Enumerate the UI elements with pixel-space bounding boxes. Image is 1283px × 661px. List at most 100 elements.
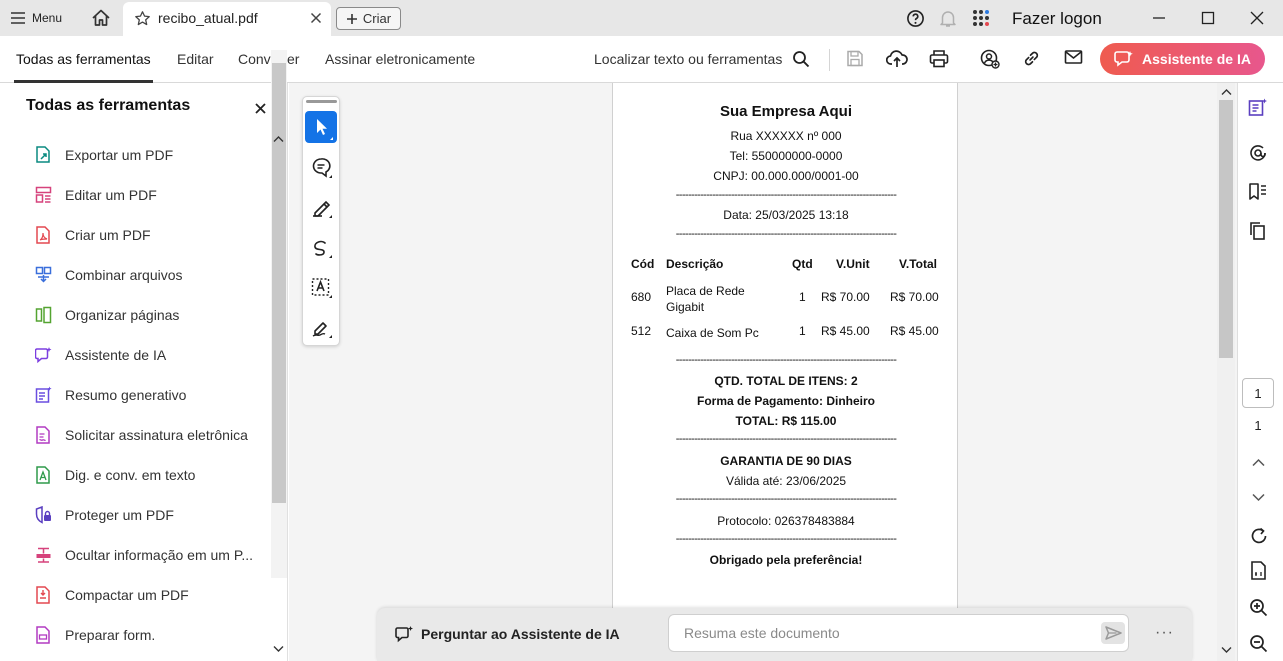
- tool-prepare-form[interactable]: Preparar form.: [35, 623, 155, 647]
- tool-compress-pdf[interactable]: Compactar um PDF: [35, 583, 189, 607]
- rotate-icon[interactable]: [1250, 527, 1268, 545]
- divider-line: ----------------------------------------…: [675, 354, 897, 366]
- tool-generative-summary[interactable]: Resumo generativo: [35, 383, 186, 407]
- tool-ai-assistant[interactable]: Assistente de IA: [35, 343, 166, 367]
- minimize-icon[interactable]: [1151, 10, 1167, 26]
- draw-tool-icon[interactable]: [311, 237, 333, 259]
- redact-icon: [36, 547, 51, 563]
- zoom-out-icon[interactable]: [1249, 634, 1268, 653]
- link-icon[interactable]: [1022, 49, 1041, 68]
- ai-question-input[interactable]: Resuma este documento: [668, 614, 1129, 652]
- create-pdf-icon: [36, 226, 50, 244]
- maximize-icon[interactable]: [1200, 10, 1216, 26]
- send-button[interactable]: [1101, 622, 1125, 644]
- row-qty: 1: [799, 290, 806, 304]
- company-cnpj: CNPJ: 00.000.000/0001-00: [713, 169, 859, 183]
- panel-title: Todas as ferramentas: [26, 97, 191, 114]
- tab-e-sign[interactable]: Assinar eletronicamente: [325, 51, 475, 67]
- bell-icon[interactable]: [939, 9, 957, 28]
- current-page-input[interactable]: 1: [1242, 378, 1274, 408]
- share-user-icon[interactable]: [980, 49, 1000, 69]
- row-code: 512: [631, 324, 652, 338]
- tool-label: Solicitar assinatura eletrônica: [65, 427, 248, 443]
- column-header-total: V.Total: [899, 257, 938, 271]
- company-name: Sua Empresa Aqui: [720, 103, 852, 120]
- comments-panel-icon[interactable]: [1248, 143, 1268, 163]
- home-button[interactable]: [90, 8, 112, 28]
- row-description-cont: Gigabit: [666, 300, 705, 314]
- comment-tool-icon[interactable]: [311, 157, 333, 179]
- chevron-down-icon[interactable]: [273, 645, 284, 653]
- help-icon[interactable]: [906, 9, 925, 28]
- tool-label: Organizar páginas: [65, 307, 180, 323]
- tab-edit[interactable]: Editar: [177, 51, 214, 67]
- tab-close-icon[interactable]: [309, 11, 323, 25]
- tab-convert[interactable]: Converter: [238, 51, 299, 67]
- tool-protect-pdf[interactable]: Proteger um PDF: [35, 503, 174, 527]
- scan-ocr-icon: [36, 466, 50, 484]
- total-pages: 1: [1254, 418, 1262, 433]
- tool-label: Editar um PDF: [65, 187, 157, 203]
- find-tools-label[interactable]: Localizar texto ou ferramentas: [594, 51, 782, 67]
- sign-tool-icon[interactable]: [311, 317, 333, 339]
- tool-create-pdf[interactable]: Criar um PDF: [35, 223, 151, 247]
- row-unit-price: R$ 45.00: [821, 324, 870, 338]
- menu-label: Menu: [32, 11, 63, 25]
- panel-scrollbar-thumb[interactable]: [272, 63, 286, 503]
- tool-label: Criar um PDF: [65, 227, 151, 243]
- create-button[interactable]: Criar: [336, 7, 401, 30]
- zoom-in-icon[interactable]: [1249, 598, 1268, 617]
- drag-handle[interactable]: [306, 100, 337, 103]
- window-close-icon[interactable]: [1249, 10, 1265, 26]
- page-fit-icon[interactable]: [1250, 561, 1268, 581]
- tab-title: recibo_atual.pdf: [158, 10, 258, 26]
- ai-assistant-icon: [35, 347, 52, 364]
- text-tool-icon[interactable]: [311, 277, 333, 299]
- tool-request-signature[interactable]: Solicitar assinatura eletrônica: [35, 423, 248, 447]
- home-icon: [92, 9, 110, 26]
- hamburger-icon: [11, 12, 25, 24]
- tool-combine-files[interactable]: Combinar arquivos: [35, 263, 183, 287]
- highlighter-tool-icon[interactable]: [311, 197, 333, 219]
- login-link[interactable]: Fazer logon: [1012, 9, 1102, 29]
- create-label: Criar: [362, 11, 392, 26]
- pages-panel-icon[interactable]: [1248, 221, 1268, 241]
- warranty-valid-until: Válida até: 23/06/2025: [725, 474, 847, 488]
- tool-export-pdf[interactable]: Exportar um PDF: [35, 143, 173, 167]
- save-icon[interactable]: [846, 49, 864, 68]
- ai-summary-panel-icon[interactable]: [1248, 98, 1268, 118]
- company-phone: Tel: 550000000-0000: [729, 149, 843, 163]
- cloud-upload-icon[interactable]: [886, 49, 908, 69]
- row-description: Placa de Rede: [666, 284, 745, 298]
- print-icon[interactable]: [929, 49, 949, 68]
- scroll-down-icon[interactable]: [1221, 646, 1232, 654]
- tool-redact[interactable]: Ocultar informação em um P...: [35, 543, 253, 567]
- next-page-icon[interactable]: [1252, 493, 1265, 502]
- tab-all-tools[interactable]: Todas as ferramentas: [16, 51, 151, 67]
- previous-page-icon[interactable]: [1252, 458, 1265, 467]
- ai-chat-icon: [395, 625, 414, 643]
- tool-scan-ocr[interactable]: Dig. e conv. em texto: [35, 463, 195, 487]
- select-tool-button[interactable]: [305, 111, 337, 143]
- bookmarks-panel-icon[interactable]: [1248, 182, 1268, 202]
- divider-line: ----------------------------------------…: [675, 228, 897, 240]
- main-toolbar: Todas as ferramentas Editar Converter As…: [0, 36, 1283, 83]
- star-icon[interactable]: [134, 10, 151, 27]
- protocol-number: Protocolo: 026378483884: [717, 514, 855, 528]
- more-options-button[interactable]: ···: [1155, 624, 1174, 642]
- menu-button[interactable]: Menu: [10, 8, 62, 28]
- thank-you-message: Obrigado pela preferência!: [709, 553, 863, 567]
- ai-bar-label[interactable]: Perguntar ao Assistente de IA: [421, 626, 620, 642]
- apps-icon[interactable]: [972, 9, 990, 27]
- document-scrollbar-thumb[interactable]: [1219, 100, 1233, 358]
- scroll-up-icon[interactable]: [1221, 88, 1232, 96]
- tool-label: Preparar form.: [65, 627, 156, 643]
- ai-assistant-button[interactable]: Assistente de IA: [1100, 43, 1265, 75]
- plus-icon: [346, 13, 357, 24]
- chevron-up-icon[interactable]: [273, 135, 284, 143]
- email-icon[interactable]: [1064, 49, 1083, 65]
- tool-edit-pdf[interactable]: Editar um PDF: [35, 183, 157, 207]
- search-icon[interactable]: [792, 50, 810, 68]
- tool-organize-pages[interactable]: Organizar páginas: [35, 303, 179, 327]
- panel-close-icon[interactable]: [255, 103, 266, 114]
